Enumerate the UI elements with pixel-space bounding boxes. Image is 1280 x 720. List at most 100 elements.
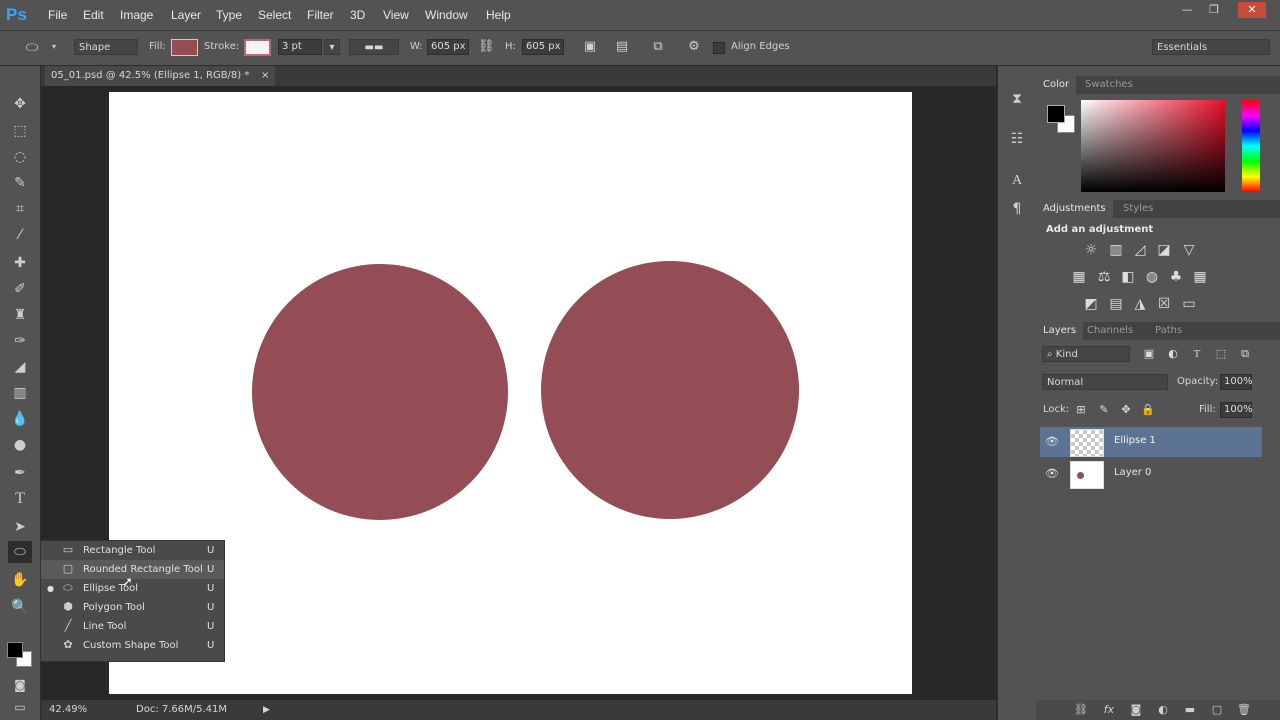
move-tool-icon[interactable]: ✥ [8, 93, 32, 115]
color-panel-foreground[interactable] [1047, 105, 1065, 123]
lock-pixels-icon[interactable]: ✎ [1095, 401, 1113, 419]
layer-style-icon[interactable]: fx [1101, 703, 1117, 717]
lock-transparent-icon[interactable]: ⊞ [1072, 401, 1090, 419]
tab-paths[interactable]: Paths [1148, 322, 1189, 340]
tab-channels[interactable]: Channels [1080, 322, 1140, 340]
brush-tool-icon[interactable]: ✐ [8, 278, 32, 300]
clone-stamp-tool-icon[interactable]: ♜ [8, 304, 32, 326]
marquee-tool-icon[interactable]: ⬚ [8, 120, 32, 142]
stroke-type-select[interactable]: ▬▬ [349, 39, 399, 55]
fill-opacity-input[interactable]: 100% [1220, 402, 1253, 418]
workspace-select[interactable]: Essentials [1152, 39, 1270, 55]
ellipse-shape-left[interactable] [252, 264, 508, 520]
hue-slider[interactable] [1242, 100, 1260, 192]
black-white-icon[interactable]: ◧ [1119, 268, 1137, 286]
blur-tool-icon[interactable]: 💧 [8, 408, 32, 430]
color-lookup-icon[interactable]: ▦ [1191, 268, 1209, 286]
stroke-color-swatch[interactable] [244, 39, 271, 56]
layer-name[interactable]: Ellipse 1 [1114, 435, 1156, 446]
stroke-width-dropdown[interactable]: ▾ [324, 39, 340, 55]
gradient-map-icon[interactable]: ▭ [1180, 295, 1198, 313]
status-menu-arrow-icon[interactable]: ▶ [263, 700, 270, 720]
path-selection-tool-icon[interactable]: ➤ [8, 516, 32, 538]
ellipse-shape-right[interactable] [541, 261, 799, 519]
layer-row-layer-0[interactable]: 👁 Layer 0 [1040, 459, 1262, 489]
new-layer-icon[interactable]: ▢ [1209, 703, 1225, 717]
posterize-icon[interactable]: ▤ [1107, 295, 1125, 313]
tab-swatches[interactable]: Swatches [1078, 76, 1140, 94]
blend-mode-select[interactable]: Normal [1042, 374, 1168, 390]
exposure-icon[interactable]: ◪ [1155, 241, 1173, 259]
ellipse-tool-preset-icon[interactable]: ⬭ [24, 39, 40, 55]
filter-adjustment-icon[interactable]: ◐ [1164, 345, 1182, 363]
pen-tool-icon[interactable]: ✒ [8, 462, 32, 484]
channel-mixer-icon[interactable]: ♣ [1167, 268, 1185, 286]
flyout-rectangle-tool[interactable]: ▭ Rectangle Tool U [41, 541, 224, 560]
flyout-polygon-tool[interactable]: ⬢ Polygon Tool U [41, 598, 224, 617]
gradient-tool-icon[interactable]: ▥ [8, 382, 32, 404]
flyout-custom-shape-tool[interactable]: ✿ Custom Shape Tool U [41, 636, 224, 655]
threshold-icon[interactable]: ◮ [1131, 295, 1149, 313]
tool-mode-select[interactable]: Shape [74, 39, 138, 55]
tab-color[interactable]: Color [1036, 76, 1077, 94]
close-tab-icon[interactable]: × [261, 66, 269, 86]
tab-styles[interactable]: Styles [1116, 200, 1160, 218]
link-icon[interactable]: ⛓ [478, 39, 495, 55]
eye-icon[interactable]: 👁 [1045, 435, 1059, 449]
properties-panel-icon[interactable]: ☷ [1006, 128, 1028, 150]
zoom-tool-icon[interactable]: 🔍 [8, 596, 32, 618]
history-brush-tool-icon[interactable]: ✑ [8, 330, 32, 352]
history-panel-icon[interactable]: ⧗ [1006, 88, 1028, 110]
menu-window[interactable]: Window [425, 0, 468, 30]
menu-3d[interactable]: 3D [350, 0, 365, 30]
type-tool-icon[interactable]: T [8, 488, 32, 510]
flyout-line-tool[interactable]: ╱ Line Tool U [41, 617, 224, 636]
fill-color-swatch[interactable] [171, 39, 198, 56]
path-alignment-icon[interactable]: ▤ [614, 39, 630, 55]
path-operations-icon[interactable]: ▣ [582, 39, 598, 55]
document-tab[interactable]: 05_01.psd @ 42.5% (Ellipse 1, RGB/8) * × [45, 66, 275, 86]
eraser-tool-icon[interactable]: ◢ [8, 356, 32, 378]
adjustment-layer-icon[interactable]: ◐ [1155, 703, 1171, 717]
dodge-tool-icon[interactable]: ● [8, 434, 32, 456]
restore-button[interactable]: ❐ [1202, 2, 1226, 18]
quick-selection-tool-icon[interactable]: ✎ [8, 172, 32, 194]
filter-shape-icon[interactable]: ⬚ [1212, 345, 1230, 363]
color-balance-icon[interactable]: ⚖ [1095, 268, 1113, 286]
menu-help[interactable]: Help [486, 0, 511, 30]
gear-icon[interactable]: ⚙ [686, 39, 702, 55]
tab-layers[interactable]: Layers [1036, 322, 1084, 340]
character-panel-icon[interactable]: A [1006, 170, 1028, 192]
document-canvas[interactable] [109, 92, 912, 694]
close-window-button[interactable]: ✕ [1238, 2, 1266, 18]
foreground-color-swatch[interactable] [7, 642, 23, 658]
menu-select[interactable]: Select [258, 0, 291, 30]
lasso-tool-icon[interactable]: ◌ [8, 146, 32, 168]
menu-edit[interactable]: Edit [83, 0, 104, 30]
trash-icon[interactable]: 🗑 [1236, 703, 1252, 717]
width-input[interactable]: 605 px [427, 39, 469, 55]
layer-name[interactable]: Layer 0 [1114, 467, 1151, 478]
quick-mask-icon[interactable]: ◙ [8, 674, 32, 696]
height-input[interactable]: 605 px [522, 39, 564, 55]
layer-filter-select[interactable]: ⌕ Kind [1042, 346, 1130, 362]
crop-tool-icon[interactable]: ⌗ [8, 198, 32, 220]
healing-brush-tool-icon[interactable]: ✚ [8, 252, 32, 274]
filter-type-icon[interactable]: T [1188, 345, 1206, 363]
tab-adjustments[interactable]: Adjustments [1036, 200, 1113, 218]
curves-icon[interactable]: ◿ [1131, 241, 1149, 259]
path-arrangement-icon[interactable]: ⧉ [650, 39, 666, 55]
photo-filter-icon[interactable]: ◍ [1143, 268, 1161, 286]
ellipse-tool-icon[interactable]: ⬭ [8, 541, 32, 563]
menu-view[interactable]: View [383, 0, 409, 30]
new-group-icon[interactable]: ▬ [1182, 703, 1198, 717]
hand-tool-icon[interactable]: ✋ [8, 569, 32, 591]
menu-file[interactable]: File [48, 0, 67, 30]
filter-smart-object-icon[interactable]: ⧉ [1236, 345, 1254, 363]
align-edges-checkbox[interactable] [713, 42, 725, 54]
color-field[interactable] [1081, 100, 1225, 192]
screen-mode-icon[interactable]: ▭ [8, 696, 32, 718]
levels-icon[interactable]: ▥ [1107, 241, 1125, 259]
link-layers-icon[interactable]: ⛓ [1073, 703, 1089, 717]
layer-row-ellipse-1[interactable]: 👁 Ellipse 1 [1040, 427, 1262, 457]
